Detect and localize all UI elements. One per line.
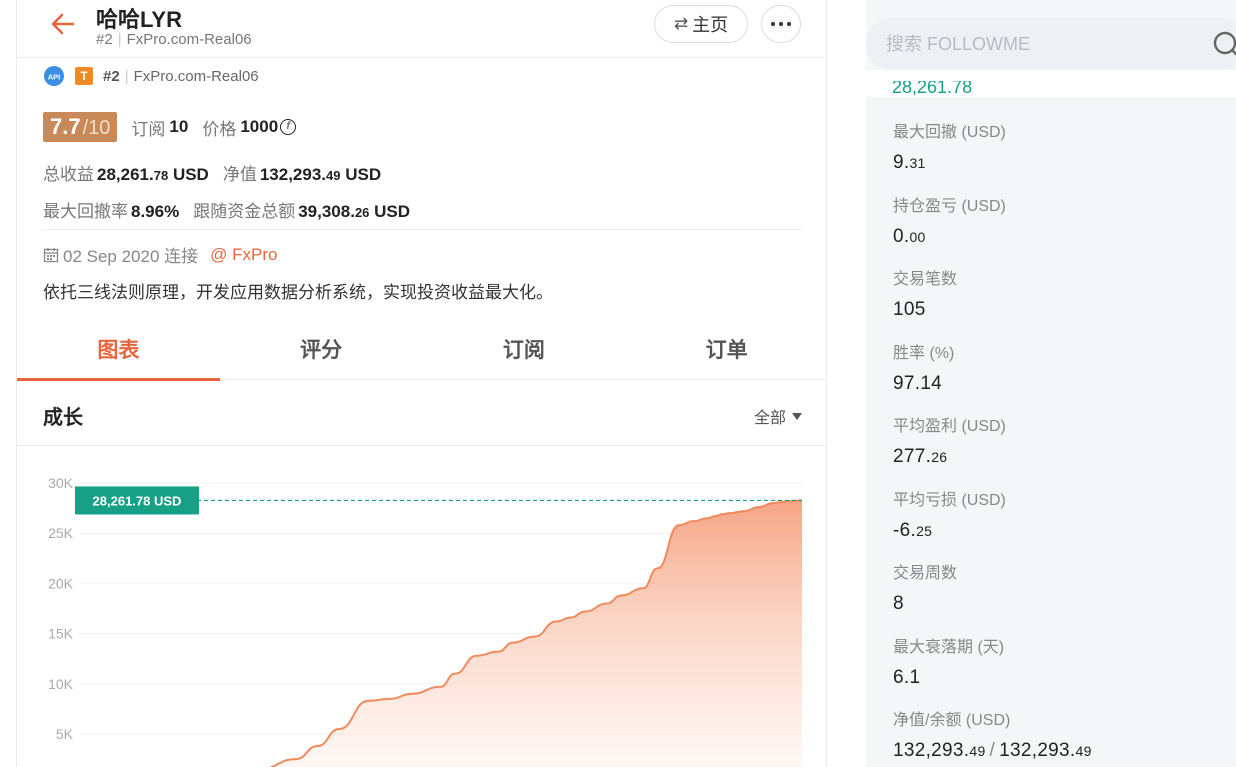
connect-date: 02 Sep 2020 连接 [63,247,199,266]
stat-label: 持仓盈亏 (USD) [893,197,1006,215]
subscribe-count: 10 [169,117,189,136]
y-tick-label: 15K [48,626,74,642]
price-value: 1000 [240,117,279,136]
y-tick-label: 25K [48,525,74,541]
equity-label: 净值 [222,165,257,184]
coin-icon: f [280,119,297,135]
broker-link[interactable]: @ FxPro [210,245,277,265]
account-meta: API T #2 | FxPro.com-Real06 [43,66,259,86]
calendar-icon [43,247,59,262]
stat-item-equity: 净值/余额 (USD) 132,293.49/132,293.49 [893,708,1092,767]
trader-name: 哈哈LYR [96,7,182,32]
tab-orders[interactable]: 订单 [625,318,826,380]
home-button-label: 主页 [692,15,729,35]
rank-text: #2 [96,31,113,48]
swap-icon: ⇄ [673,14,689,33]
range-select[interactable]: 全部 [754,404,802,428]
equity-balance-value: 132,293.49/132,293.49 [893,740,1092,761]
current-value-label: 28,261.78 USD [93,493,182,508]
strategy-description: 依托三线法则原理，开发应用数据分析系统，实现投资收益最大化。 [43,283,553,302]
t-badge-icon: T [75,67,93,85]
follow-funds-label: 跟随资金总额 [193,202,296,221]
total-profit-label: 总收益 [43,165,94,184]
y-tick-label: 30K [48,475,74,491]
tab-chart[interactable]: 图表 [17,318,220,381]
growth-chart: 30K 25K 20K 15K 10K 5K 28,261.78 USD [17,446,826,767]
stat-value: 6.1 [893,666,921,688]
profit-row: 总收益 28,261.78 USD 净值 132,293.49 USD [43,160,395,185]
max-drawdown-value: 8.96% [131,202,180,221]
tab-subscribe[interactable]: 订阅 [423,318,626,380]
range-select-label: 全部 [753,410,786,427]
stat-item: 平均亏损 (USD) -6.25 [893,488,1092,562]
tab-rating[interactable]: 评分 [220,318,423,380]
more-options-button[interactable] [761,5,801,43]
y-tick-label: 20K [48,575,74,591]
follow-funds-value: 39,308.26 USD [298,202,411,221]
meta-rank: #2 [103,67,120,85]
stat-value: 8 [893,593,904,614]
top-bar: 哈哈LYR #2 | FxPro.com-Real06 ⇄ 主页 [17,0,826,58]
svg-text:API: API [48,73,61,82]
stat-item: 最大回撤 (USD) 9.31 [893,120,1092,194]
search-bar [866,18,1236,70]
stat-item: 平均盈利 (USD) 277.26 [893,414,1092,488]
growth-header: 成长 全部 [17,380,826,446]
trader-profile-panel: 哈哈LYR #2 | FxPro.com-Real06 ⇄ 主页 API T #2 |… [16,0,827,767]
stat-item: 持仓盈亏 (USD) 0.00 [893,194,1092,268]
search-icon[interactable] [1212,30,1236,58]
score-total: /10 [82,117,111,139]
score-row: 7.7 /10 订阅 10 价格 1000 f [43,112,297,142]
equity-value: 132,293.49 USD [259,165,382,184]
stat-label: 平均亏损 (USD) [893,491,1006,509]
meta-account: FxPro.com-Real06 [133,67,259,85]
back-arrow-icon[interactable] [49,10,77,38]
growth-chart-svg: 30K 25K 20K 15K 10K 5K 28,261.78 USD [48,475,803,767]
max-drawdown-label: 最大回撤率 [43,202,128,221]
score-badge: 7.7 /10 [43,112,118,142]
stat-label: 胜率 (%) [893,344,955,362]
stat-value: 9.31 [893,152,926,173]
y-tick-label: 5K [56,726,74,742]
stat-label: 最大回撤 (USD) [893,124,1006,141]
growth-title: 成长 [43,407,83,429]
drawdown-row: 最大回撤率 8.96% 跟随资金总额 39,308.26 USD [43,197,424,222]
tab-bar: 图表 评分 订阅 订单 [17,318,826,381]
more-dots-icon [771,22,775,26]
score-value: 7.7 [50,114,81,139]
stat-label: 平均盈利 (USD) [893,418,1006,435]
home-button[interactable]: ⇄ 主页 [654,5,748,43]
stat-value: 97.14 [893,372,943,394]
api-icon: API [44,66,64,86]
total-profit-value: 28,261.78 USD [97,165,209,184]
price-label: 价格 [202,119,237,139]
stat-item: 胜率 (%) 97.14 [893,341,1092,415]
subscribe-label: 订阅 [131,119,166,139]
divider [43,229,803,230]
y-tick-label: 10K [48,676,74,692]
stat-label: 最大衰落期 (天) [893,638,1005,656]
trader-subtitle: #2 | FxPro.com-Real06 [96,31,252,48]
stat-value: 0.00 [893,225,926,247]
stat-label: 净值/余额 (USD) [893,712,1011,729]
stat-item: 交易笔数 105 [893,267,1092,341]
right-sidebar: 28,261.78 最大回撤 (USD) 9.31 持仓盈亏 (USD) 0.0… [866,0,1236,767]
caret-down-icon [792,412,802,420]
stat-item: 交易周数 8 [893,561,1092,635]
connect-row: 02 Sep 2020 连接 @ FxPro [43,242,277,267]
partial-value: 28,261.78 [892,81,973,97]
search-input[interactable] [886,30,1186,58]
stat-value: 277.26 [893,446,948,467]
stats-list: 最大回撤 (USD) 9.31 持仓盈亏 (USD) 0.00 交易笔数 105… [893,120,1092,767]
stat-item: 最大衰落期 (天) 6.1 [893,635,1092,709]
stat-label: 交易笔数 [893,271,958,288]
stat-label: 交易周数 [893,565,958,582]
account-text: FxPro.com-Real06 [126,31,252,48]
stat-value: 105 [893,299,926,320]
stat-value: -6.25 [893,519,933,541]
